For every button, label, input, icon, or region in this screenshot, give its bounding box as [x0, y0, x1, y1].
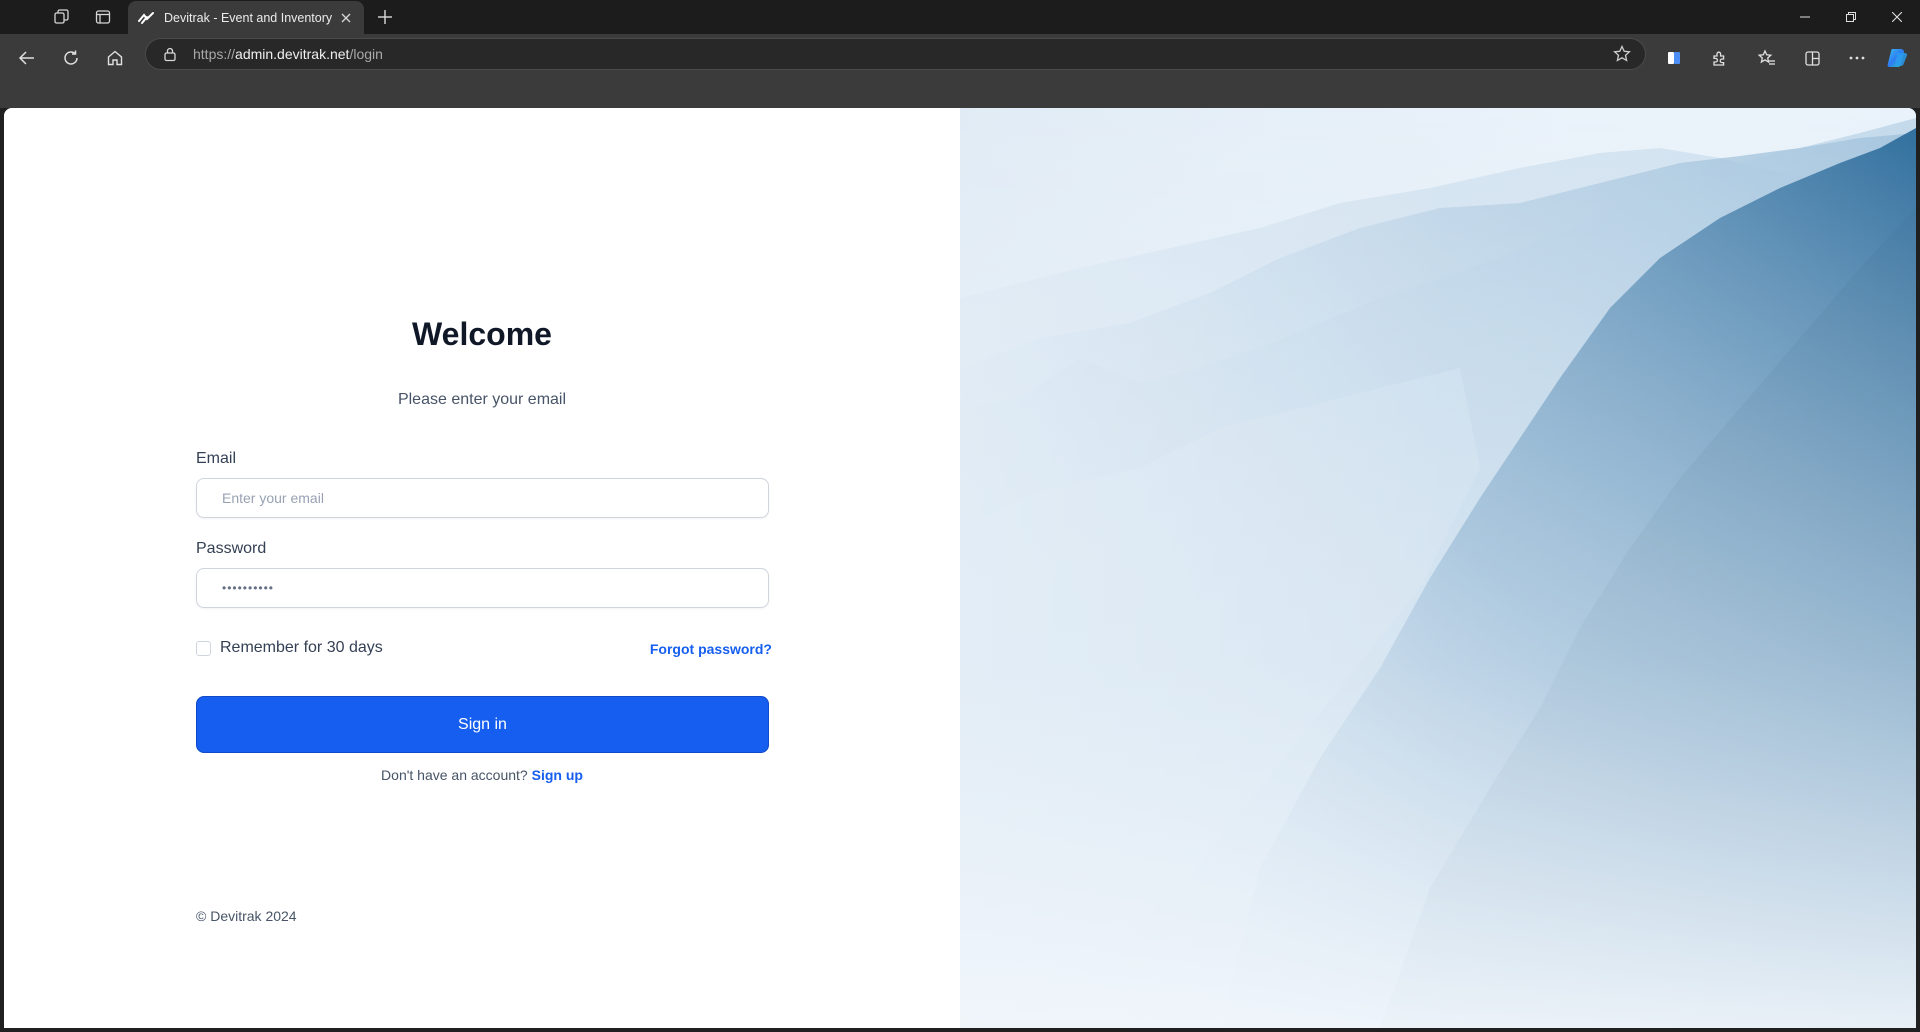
sign-up-link[interactable]: Sign up: [532, 767, 583, 783]
home-icon[interactable]: [97, 42, 133, 74]
reading-icon[interactable]: [1658, 42, 1690, 74]
password-field[interactable]: ••••••••••: [196, 568, 769, 608]
remember-me[interactable]: Remember for 30 days: [196, 639, 383, 657]
url-scheme: https://: [193, 46, 236, 62]
signup-prompt: Don't have an account?: [381, 767, 528, 783]
signup-row: Don't have an account? Sign up: [4, 767, 960, 783]
tab-strip: Devitrak - Event and Inventory Managemen…: [0, 0, 1920, 34]
favorite-star-icon[interactable]: [1613, 45, 1631, 63]
email-label: Email: [196, 450, 237, 467]
password-label: Password: [196, 540, 267, 557]
page-subtitle: Please enter your email: [397, 391, 567, 408]
copyright-footer: © Devitrak 2024: [196, 908, 297, 924]
favorites-icon[interactable]: [1751, 42, 1783, 74]
forgot-password-link[interactable]: Forgot password?: [650, 641, 772, 657]
copilot-icon[interactable]: [1881, 42, 1913, 74]
tab-actions-icon[interactable]: [93, 7, 113, 27]
refresh-icon[interactable]: [53, 42, 89, 74]
mountain-image: [960, 108, 1916, 1028]
devitrak-favicon-icon: [138, 11, 154, 24]
close-icon[interactable]: [338, 10, 354, 26]
back-icon[interactable]: [9, 42, 45, 74]
lock-icon[interactable]: [162, 46, 178, 62]
browser-toolbar: https://admin.devitrak.net/login: [0, 34, 1920, 108]
login-panel: Welcome Please enter your email Email Pa…: [4, 108, 960, 1028]
minimize-icon[interactable]: [1782, 0, 1828, 34]
url-host: admin.devitrak.net: [235, 46, 350, 62]
more-icon[interactable]: [1841, 42, 1873, 74]
remember-label: Remember for 30 days: [220, 639, 383, 656]
email-field[interactable]: [196, 478, 769, 518]
restore-icon[interactable]: [1828, 0, 1874, 34]
url-path: /login: [349, 46, 383, 62]
url-text[interactable]: https://admin.devitrak.net/login: [193, 46, 383, 62]
remember-checkbox[interactable]: [196, 640, 211, 656]
tab-title: Devitrak - Event and Inventory Managemen…: [164, 10, 332, 25]
new-tab-icon[interactable]: [374, 6, 396, 28]
page-viewport: Welcome Please enter your email Email Pa…: [4, 108, 1916, 1028]
page-title: Welcome: [412, 316, 552, 352]
collections-icon[interactable]: [1796, 42, 1828, 74]
address-bar[interactable]: https://admin.devitrak.net/login: [145, 38, 1646, 70]
extensions-icon[interactable]: [1703, 42, 1735, 74]
active-tab[interactable]: Devitrak - Event and Inventory Managemen…: [128, 1, 364, 34]
sign-in-button[interactable]: Sign in: [196, 696, 769, 753]
close-window-icon[interactable]: [1874, 0, 1920, 34]
workspaces-icon[interactable]: [52, 7, 72, 27]
